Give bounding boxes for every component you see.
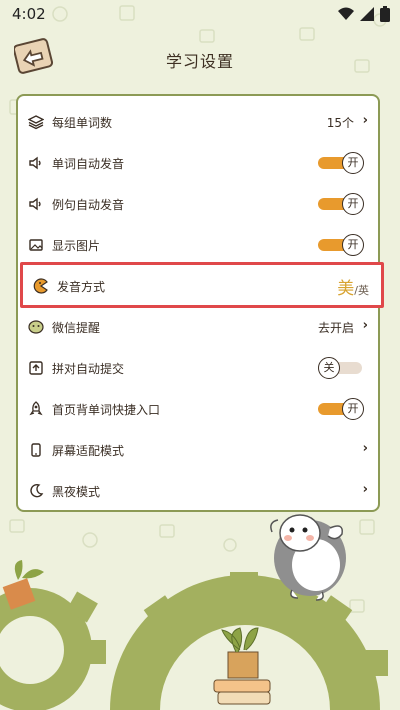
setting-show-image: 显示图片 开 [18,225,378,265]
pronunciation-value: 美/英 [337,274,369,299]
toggle-knob: 开 [342,234,364,256]
chevron-right-icon: › [362,482,368,497]
voice-american: 美 [337,279,355,299]
setting-label: 拼对自动提交 [52,362,125,376]
setting-label: 屏幕适配模式 [52,444,125,458]
setting-label: 单词自动发音 [52,157,125,171]
setting-home-shortcut: 首页背单词快捷入口 开 [18,389,378,429]
setting-label: 显示图片 [52,239,101,253]
signal-icon [360,7,374,21]
header: 学习设置 [0,30,400,86]
upload-icon [29,361,43,375]
status-time: 4:02 [12,5,46,23]
setting-label: 微信提醒 [52,321,101,335]
chevron-right-icon: › [362,318,368,333]
toggle-knob: 开 [342,193,364,215]
status-icons [338,6,390,22]
setting-label: 发音方式 [57,280,106,294]
setting-label: 首页背单词快捷入口 [52,403,161,417]
setting-word-auto-pronounce: 单词自动发音 开 [18,143,378,183]
speaker-icon [29,197,41,211]
setting-sentence-auto-pronounce: 例句自动发音 开 [18,184,378,224]
setting-auto-submit: 拼对自动提交 关 [18,348,378,388]
battery-icon [380,6,390,22]
sentence-auto-pronounce-toggle[interactable]: 开 [318,193,364,215]
setting-pronunciation[interactable]: 发音方式 美/英 [20,262,384,308]
setting-night-mode[interactable]: 黑夜模式 › [18,471,378,511]
page-title: 学习设置 [165,52,234,71]
toggle-knob: 开 [342,152,364,174]
toggle-knob: 开 [342,398,364,420]
toggle-knob: 关 [318,357,340,379]
auto-submit-toggle[interactable]: 关 [318,357,364,379]
setting-label: 黑夜模式 [52,485,101,499]
status-bar: 4:02 [0,0,400,28]
setting-value: 去开启 [317,321,354,335]
rocket-icon [29,401,43,416]
layers-icon [28,115,44,130]
chevron-right-icon: › [362,113,368,128]
home-shortcut-toggle[interactable]: 开 [318,398,364,420]
wifi-icon [338,7,354,20]
setting-words-per-group[interactable]: 每组单词数 15个 › [18,102,378,142]
speaker-icon [29,156,41,170]
setting-value: 15个 [326,116,354,130]
chevron-right-icon: › [362,441,368,456]
pacman-icon [33,278,48,294]
phone-icon [31,443,41,457]
image-icon [29,239,43,251]
show-image-toggle[interactable]: 开 [318,234,364,256]
setting-label: 每组单词数 [52,116,113,130]
voice-british: /英 [354,284,369,297]
word-auto-pronounce-toggle[interactable]: 开 [318,152,364,174]
setting-label: 例句自动发音 [52,198,125,212]
setting-wechat-reminder[interactable]: 微信提醒 去开启 › [18,307,378,347]
wechat-icon [28,320,44,334]
setting-screen-adapt[interactable]: 屏幕适配模式 › [18,430,378,470]
moon-icon [30,483,44,498]
